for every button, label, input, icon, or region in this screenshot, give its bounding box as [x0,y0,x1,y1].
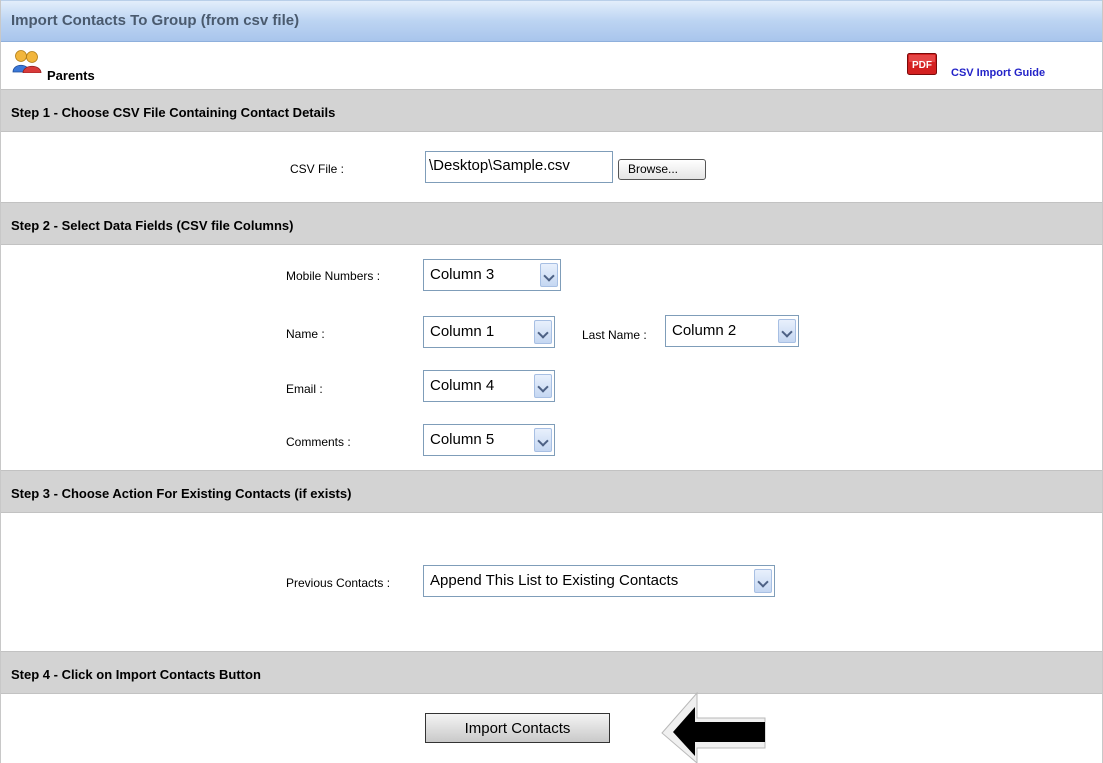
comments-value: Column 5 [430,431,495,448]
chevron-down-icon[interactable] [534,320,552,344]
pdf-icon[interactable]: PDF [907,53,937,75]
step1-header: Step 1 - Choose CSV File Containing Cont… [1,89,1102,132]
comments-select[interactable]: Column 5 [423,424,555,456]
import-contacts-button[interactable]: Import Contacts [425,713,610,743]
csv-import-guide-link[interactable]: CSV Import Guide [951,67,1045,79]
group-name: Parents [47,68,95,83]
mobile-numbers-value: Column 3 [430,266,495,283]
chevron-down-icon[interactable] [778,319,796,343]
chevron-down-icon[interactable] [534,374,552,398]
step2-header: Step 2 - Select Data Fields (CSV file Co… [1,202,1102,245]
step1-header-text: Step 1 - Choose CSV File Containing Cont… [11,105,336,120]
name-value: Column 1 [430,323,495,340]
chevron-down-icon[interactable] [534,428,552,452]
step4-header-text: Step 4 - Click on Import Contacts Button [11,667,261,682]
title-bar: Import Contacts To Group (from csv file) [1,0,1102,42]
pdf-icon-text: PDF [912,60,932,71]
step4-header: Step 4 - Click on Import Contacts Button [1,651,1102,694]
step3-header-text: Step 3 - Choose Action For Existing Cont… [11,486,352,501]
window-title: Import Contacts To Group (from csv file) [11,12,300,29]
comments-label: Comments : [286,435,351,449]
email-select[interactable]: Column 4 [423,370,555,402]
mobile-numbers-label: Mobile Numbers : [286,269,381,283]
csv-file-label: CSV File : [290,162,345,176]
import-contacts-panel: Import Contacts To Group (from csv file)… [0,0,1103,763]
step3-header: Step 3 - Choose Action For Existing Cont… [1,470,1102,513]
step2-header-text: Step 2 - Select Data Fields (CSV file Co… [11,218,294,233]
mobile-numbers-select[interactable]: Column 3 [423,259,561,291]
users-icon [12,50,42,73]
previous-contacts-label: Previous Contacts : [286,576,391,590]
email-label: Email : [286,382,323,396]
previous-contacts-select[interactable]: Append This List to Existing Contacts [423,565,775,597]
name-select[interactable]: Column 1 [423,316,555,348]
csv-file-input[interactable]: \Desktop\Sample.csv [425,151,613,183]
group-row: Parents PDF CSV Import Guide [1,43,1102,89]
last-name-label: Last Name : [582,328,647,342]
email-value: Column 4 [430,377,495,394]
previous-contacts-value: Append This List to Existing Contacts [430,572,679,589]
chevron-down-icon[interactable] [754,569,772,593]
csv-file-value: \Desktop\Sample.csv [429,157,570,174]
pointer-arrow-icon [661,692,766,763]
name-label: Name : [286,327,325,341]
last-name-value: Column 2 [672,322,737,339]
browse-button[interactable]: Browse... [618,159,706,180]
chevron-down-icon[interactable] [540,263,558,287]
last-name-select[interactable]: Column 2 [665,315,799,347]
